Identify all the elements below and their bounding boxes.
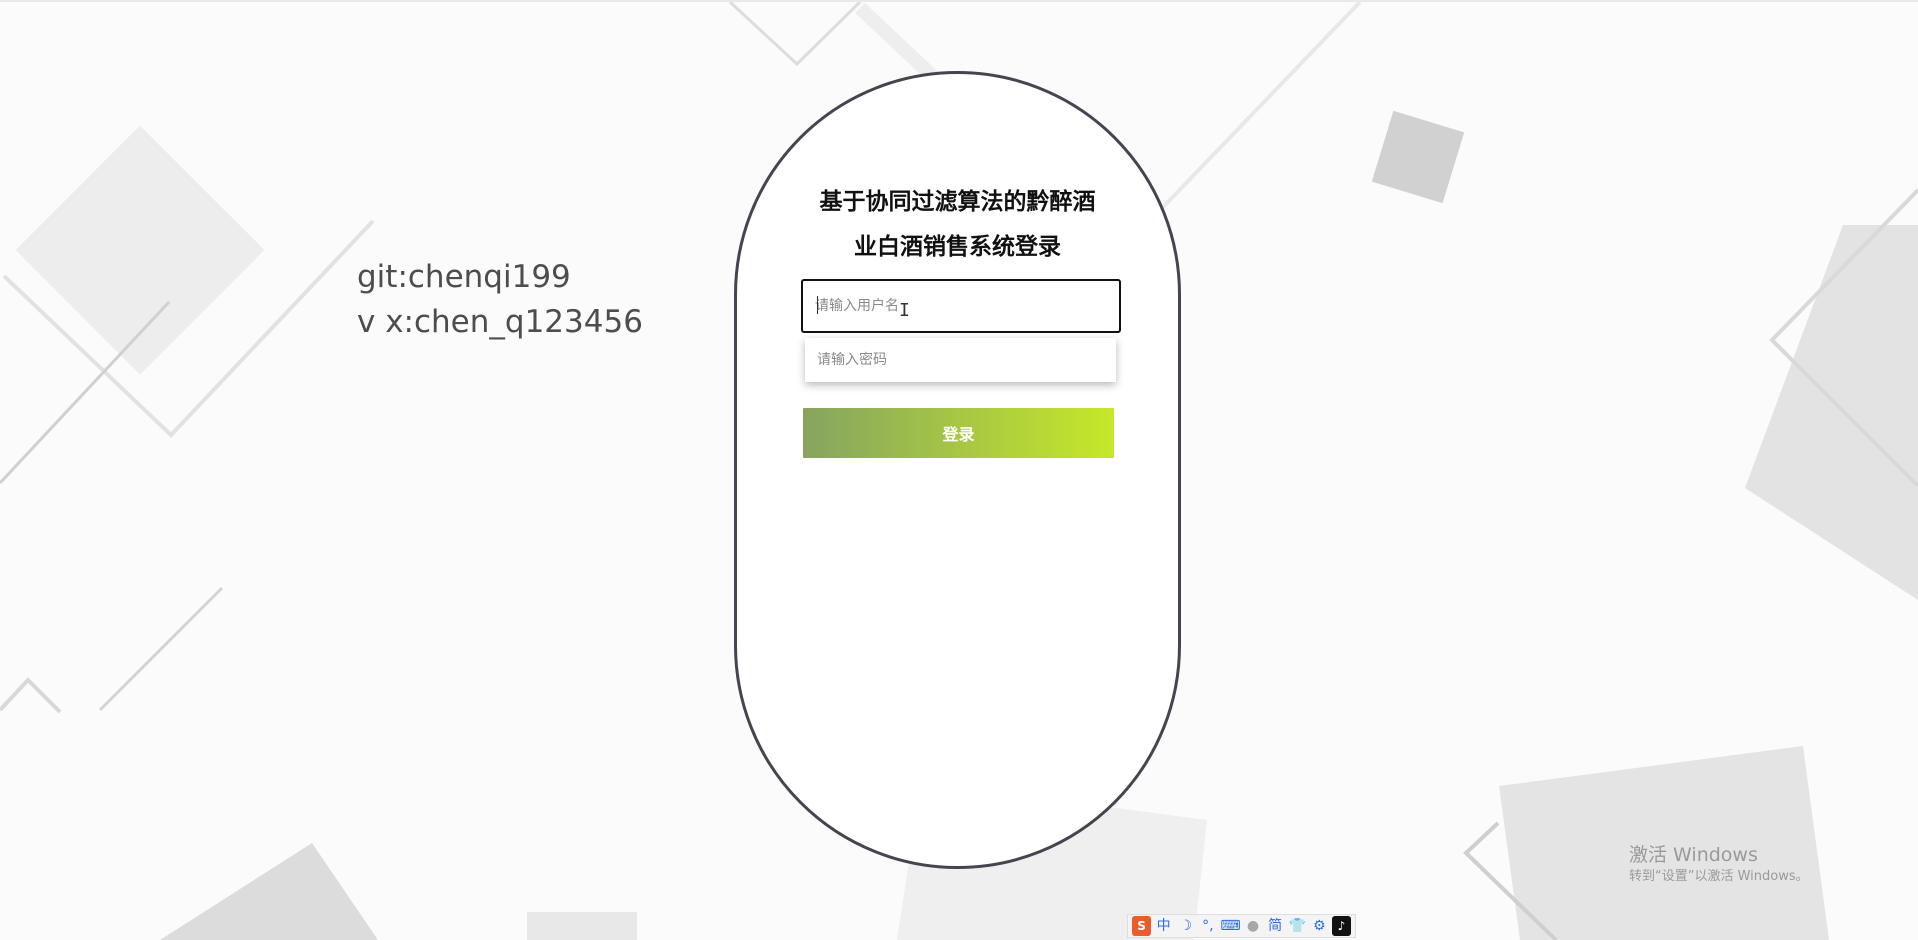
bg-small-square-top-right [1371,110,1465,204]
bg-chevron-left [0,677,62,714]
login-title: 基于协同过滤算法的黔醉酒 业白酒销售系统登录 [737,180,1178,270]
login-button[interactable]: 登录 [803,408,1114,458]
password-input[interactable] [805,338,1116,382]
skin-shirt-icon[interactable]: 👕 [1288,916,1307,936]
chinese-mode-icon[interactable]: 中 [1154,916,1173,936]
windows-activation-watermark: 激活 Windows 转到“设置”以激活 Windows。 [1629,843,1809,887]
bg-line-left-2 [0,300,171,485]
punctuation-icon[interactable]: °, [1198,916,1217,936]
login-title-line-1: 基于协同过滤算法的黔醉酒 [819,189,1096,215]
bg-chevron-top [728,0,862,67]
watermark-title: 激活 Windows [1629,844,1758,866]
username-input[interactable] [801,279,1121,333]
author-credits: git:chenqi199 v x:chen_q123456 [357,255,643,345]
login-card: 基于协同过滤算法的黔醉酒 业白酒销售系统登录 I 登录 [734,71,1181,869]
bg-line-left-3 [98,586,224,712]
bg-triangle-bottom-left [160,843,378,940]
credit-wechat: v x:chen_q123456 [357,304,643,340]
ime-toolbar: S 中 ☽ °, ⌨ ● 简 👕 ⚙ ♪ [1127,914,1356,938]
keyboard-icon[interactable]: ⌨ [1220,916,1240,936]
watermark-subtitle: 转到“设置”以激活 Windows。 [1629,869,1809,884]
credit-git: git:chenqi199 [357,259,571,295]
login-title-line-2: 业白酒销售系统登录 [854,234,1061,260]
text-caret [817,296,818,314]
settings-gear-icon[interactable]: ⚙ [1310,916,1329,936]
simplified-icon[interactable]: 简 [1266,916,1285,936]
sogou-logo-icon[interactable]: S [1132,916,1152,936]
tiktok-icon[interactable]: ♪ [1331,916,1351,936]
moon-icon[interactable]: ☽ [1176,916,1195,936]
ibeam-cursor-icon: I [899,300,910,321]
top-border-line [0,0,1918,2]
bg-diamond-left [15,125,265,375]
user-icon[interactable]: ● [1243,916,1262,936]
bg-rect-bottom [527,912,637,940]
